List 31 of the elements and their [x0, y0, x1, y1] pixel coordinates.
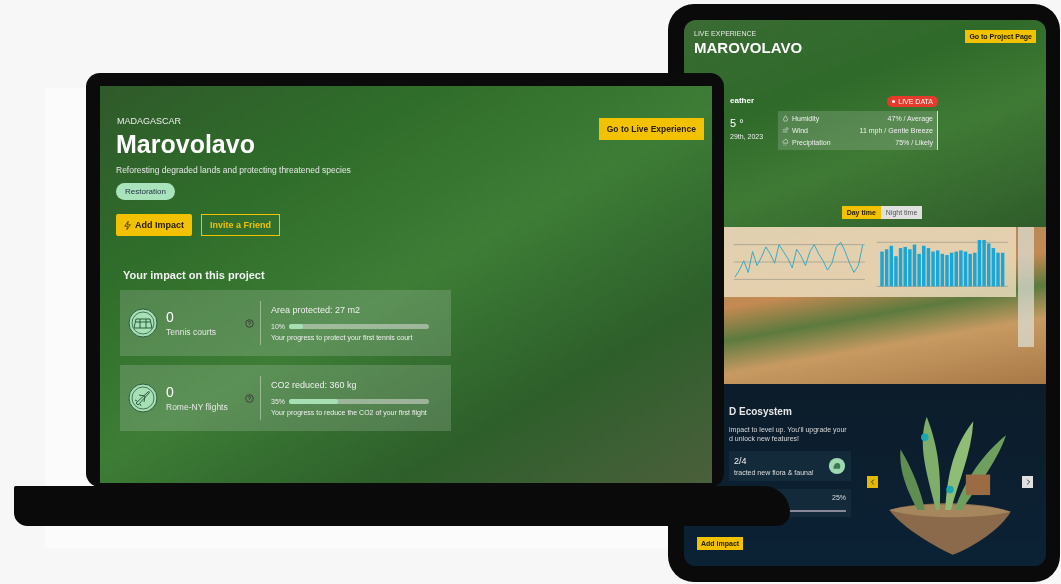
impact-count: 0 [166, 309, 175, 325]
impact-heading: Your impact on this project [123, 269, 266, 281]
project-title: Marovolavo [116, 130, 256, 159]
temperature: 5 ° [730, 117, 745, 129]
impact-metric: Area protected: 27 m2 [271, 305, 362, 315]
species-count: 2/4 [734, 456, 748, 466]
project-subtitle: Reforesting degraded lands and protecting threatened species [116, 165, 351, 175]
wind-icon [782, 127, 789, 134]
droplet-icon [782, 115, 789, 122]
chevron-left-icon [868, 478, 877, 486]
help-icon[interactable] [245, 393, 254, 403]
impact-count: 0 [166, 384, 175, 400]
previous-button[interactable] [867, 476, 878, 488]
next-button[interactable] [1022, 476, 1033, 488]
help-icon[interactable] [245, 318, 254, 328]
cloud-rain-icon [782, 139, 789, 146]
live-experience-button[interactable]: Go to Live Experience [598, 118, 704, 140]
impact-unit: Rome-NY flights [166, 402, 228, 412]
region-label: MADAGASCAR [117, 116, 182, 126]
impact-metric: CO2 reduced: 360 kg [271, 380, 358, 390]
ecosystem-title: D Ecosystem [729, 406, 793, 417]
airplane-icon [128, 383, 158, 413]
category-tag: Restoration [116, 183, 175, 200]
animal-badge-icon [828, 457, 846, 475]
project-title: MAROVOLAVO [694, 39, 803, 56]
lightning-icon [124, 220, 131, 230]
add-impact-button[interactable]: Add Impact [116, 214, 192, 236]
tennis-court-icon [128, 308, 158, 338]
weather-heading: eather [730, 96, 755, 105]
impact-unit: Tennis courts [166, 327, 217, 337]
invite-friend-button[interactable]: Invite a Friend [201, 214, 281, 236]
